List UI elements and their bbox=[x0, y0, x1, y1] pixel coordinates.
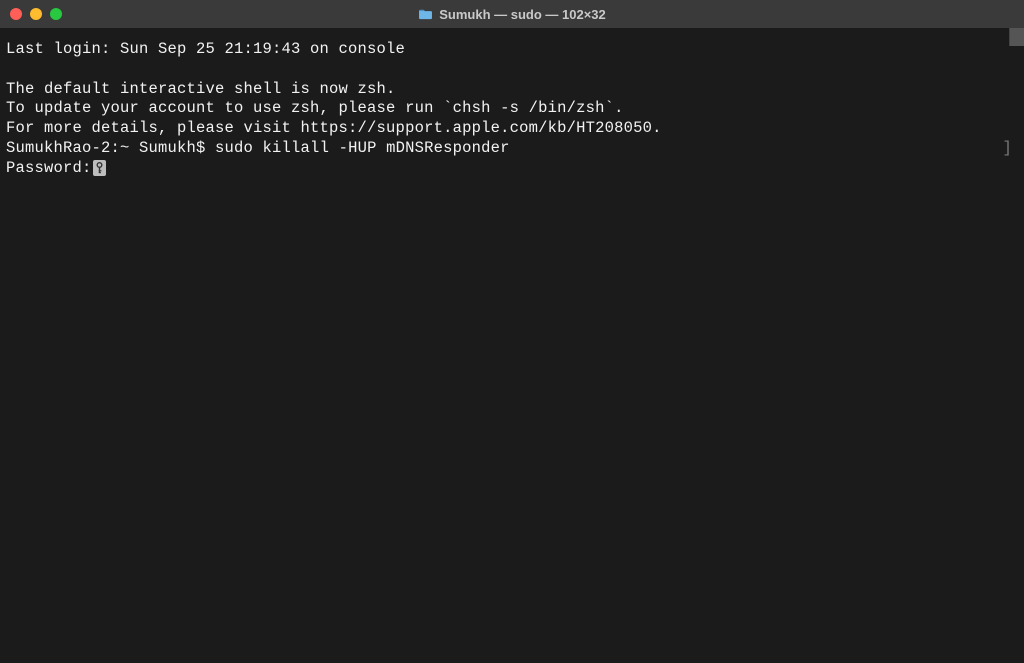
titlebar: Sumukh — sudo — 102×32 bbox=[0, 0, 1024, 28]
minimize-button[interactable] bbox=[30, 8, 42, 20]
terminal-window: Sumukh — sudo — 102×32 Last login: Sun S… bbox=[0, 0, 1024, 663]
blank-line bbox=[6, 60, 1018, 80]
key-icon bbox=[93, 160, 106, 176]
last-login-line: Last login: Sun Sep 25 21:19:43 on conso… bbox=[6, 40, 1018, 60]
shell-prompt: SumukhRao-2:~ Sumukh$ bbox=[6, 139, 215, 157]
zsh-notice-line-2: To update your account to use zsh, pleas… bbox=[6, 99, 1018, 119]
close-button[interactable] bbox=[10, 8, 22, 20]
scrollbar-stub[interactable] bbox=[1009, 28, 1024, 46]
password-label: Password: bbox=[6, 159, 92, 177]
command-line: SumukhRao-2:~ Sumukh$ sudo killall -HUP … bbox=[6, 139, 1018, 159]
maximize-button[interactable] bbox=[50, 8, 62, 20]
folder-icon bbox=[418, 8, 433, 20]
zsh-notice-line-1: The default interactive shell is now zsh… bbox=[6, 80, 1018, 100]
entered-command: sudo killall -HUP mDNSResponder bbox=[215, 139, 510, 157]
right-bracket: ] bbox=[1002, 139, 1012, 159]
terminal-body[interactable]: Last login: Sun Sep 25 21:19:43 on conso… bbox=[0, 28, 1024, 663]
traffic-lights bbox=[10, 8, 62, 20]
window-title: Sumukh — sudo — 102×32 bbox=[439, 7, 606, 22]
password-line: Password: bbox=[6, 159, 1018, 179]
zsh-notice-line-3: For more details, please visit https://s… bbox=[6, 119, 1018, 139]
window-title-container: Sumukh — sudo — 102×32 bbox=[0, 7, 1024, 22]
